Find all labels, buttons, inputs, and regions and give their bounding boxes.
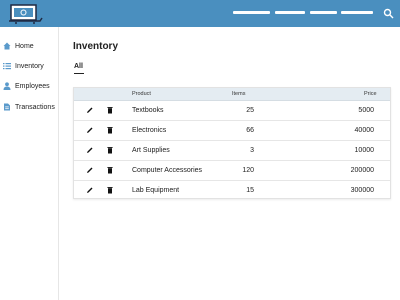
sidebar-item-label: Employees — [15, 82, 50, 90]
cell-price: 200000 — [350, 167, 374, 174]
edit-icon[interactable] — [86, 146, 94, 154]
list-icon — [3, 63, 11, 70]
tab-all[interactable]: All — [74, 63, 83, 70]
document-icon — [4, 103, 10, 111]
edit-icon[interactable] — [86, 106, 94, 114]
page-title: Inventory — [73, 41, 119, 52]
top-bar — [0, 0, 400, 27]
table-row: Computer Accessories 120 200000 — [74, 161, 390, 181]
sidebar-item-transactions[interactable]: Transactions — [3, 100, 59, 114]
sidebar: Home Inventory Employees Transactions — [0, 27, 59, 300]
tab-active-indicator — [74, 73, 84, 74]
top-nav-link-4[interactable] — [341, 11, 373, 14]
column-header-price[interactable]: Price — [364, 91, 377, 97]
cell-items: 120 — [242, 167, 254, 174]
top-nav-link-3[interactable] — [310, 11, 337, 14]
laptop-cart-icon[interactable] — [8, 4, 48, 24]
column-header-items[interactable]: Items — [232, 91, 245, 97]
sidebar-item-label: Transactions — [15, 103, 55, 111]
cell-product: Electronics — [132, 127, 167, 134]
cell-price: 5000 — [358, 107, 374, 114]
cell-product: Computer Accessories — [132, 167, 203, 174]
table-row: Art Supplies 3 10000 — [74, 141, 390, 161]
search-icon[interactable] — [383, 8, 394, 19]
table-row: Electronics 66 40000 — [74, 121, 390, 141]
sidebar-item-inventory[interactable]: Inventory — [3, 59, 59, 73]
cell-items: 25 — [246, 107, 254, 114]
sidebar-item-employees[interactable]: Employees — [3, 79, 59, 93]
top-nav-link-1[interactable] — [233, 11, 270, 14]
cell-product: Textbooks — [132, 107, 164, 114]
sidebar-item-label: Home — [15, 42, 34, 50]
edit-icon[interactable] — [86, 126, 94, 134]
table-row: Textbooks 25 5000 — [74, 101, 390, 121]
home-icon — [3, 42, 11, 50]
table-row: Lab Equipment 15 300000 — [74, 181, 390, 201]
column-header-product[interactable]: Product — [132, 91, 151, 97]
sidebar-item-label: Inventory — [15, 62, 44, 70]
inventory-table: Product Items Price Textbooks 25 5000 El… — [73, 87, 391, 199]
cell-price: 300000 — [350, 187, 374, 194]
cell-items: 66 — [246, 127, 254, 134]
cell-product: Art Supplies — [132, 147, 170, 154]
cell-price: 40000 — [354, 127, 374, 134]
sidebar-item-home[interactable]: Home — [3, 39, 59, 53]
delete-icon[interactable] — [106, 186, 114, 194]
cell-items: 3 — [250, 147, 254, 154]
person-icon — [3, 82, 11, 90]
delete-icon[interactable] — [106, 146, 114, 154]
edit-icon[interactable] — [86, 186, 94, 194]
delete-icon[interactable] — [106, 126, 114, 134]
delete-icon[interactable] — [106, 166, 114, 174]
cell-price: 10000 — [354, 147, 374, 154]
top-nav-link-2[interactable] — [275, 11, 305, 14]
table-header: Product Items Price — [74, 88, 390, 101]
cell-items: 15 — [246, 187, 254, 194]
cell-product: Lab Equipment — [132, 187, 180, 194]
edit-icon[interactable] — [86, 166, 94, 174]
delete-icon[interactable] — [106, 106, 114, 114]
